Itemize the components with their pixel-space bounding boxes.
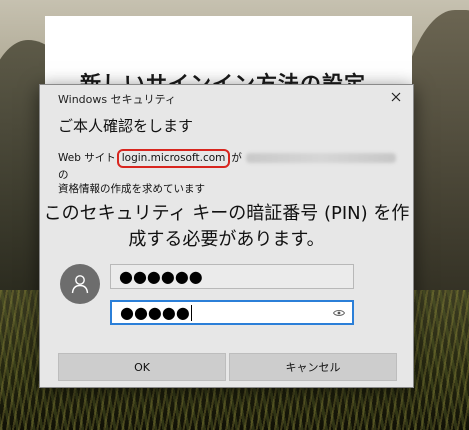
windows-security-dialog: Windows セキュリティ ご本人確認をします Web サイト login.mi… xyxy=(39,84,414,388)
pin-message-line-2: 成する必要があります。 xyxy=(128,229,325,250)
info-particle: が xyxy=(231,152,242,164)
domain-text: login.microsoft.com xyxy=(121,152,226,164)
eye-icon xyxy=(333,310,345,316)
request-info: Web サイト login.microsoft.com がの 資格情報の作成を求めて… xyxy=(58,149,403,196)
pin-required-message: このセキュリティ キーの暗証番号 (PIN) を作 成する必要があります。 xyxy=(40,201,413,253)
info-suffix: の xyxy=(58,169,69,181)
pin-input-value: ●●●●●● xyxy=(119,267,203,286)
close-icon xyxy=(391,92,401,102)
text-caret xyxy=(190,304,192,321)
reveal-pin-button[interactable] xyxy=(332,307,346,319)
info-prefix: Web サイト xyxy=(58,152,116,164)
dialog-window-title: Windows セキュリティ xyxy=(58,93,176,106)
blurred-email xyxy=(245,153,396,163)
avatar xyxy=(60,264,100,304)
pin-message-line-1: このセキュリティ キーの暗証番号 (PIN) を作 xyxy=(43,203,410,224)
info-line-2: 資格情報の作成を求めています xyxy=(58,183,205,195)
highlighted-domain: login.microsoft.com xyxy=(116,149,231,168)
dialog-heading: ご本人確認をします xyxy=(58,117,194,135)
pin-confirm-input[interactable]: ●●●●● xyxy=(110,300,354,325)
cancel-button[interactable]: キャンセル xyxy=(229,353,397,381)
pin-confirm-value: ●●●●● xyxy=(120,303,190,322)
user-icon xyxy=(71,275,89,294)
pin-input[interactable]: ●●●●●● xyxy=(110,264,354,289)
ok-button[interactable]: OK xyxy=(58,353,226,381)
close-button[interactable] xyxy=(385,87,407,107)
